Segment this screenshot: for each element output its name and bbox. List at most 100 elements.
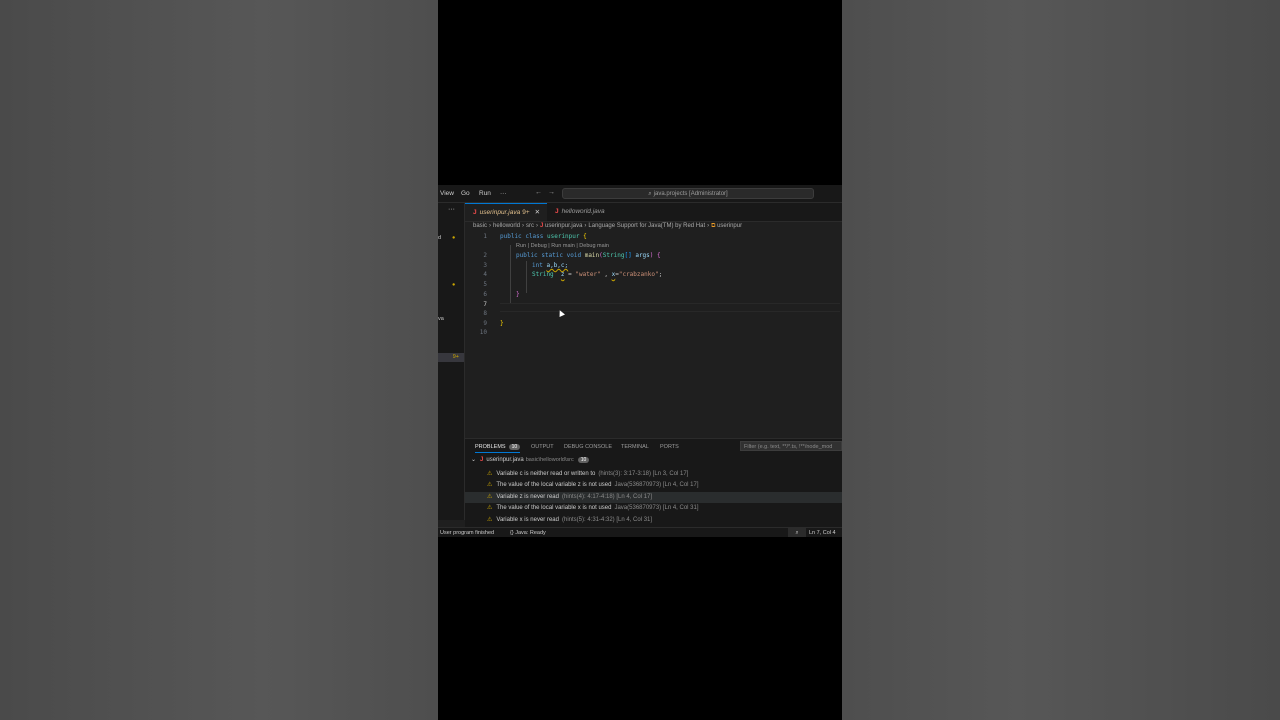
status-program-state[interactable]: User program finished: [440, 528, 494, 537]
zoom-icon[interactable]: ⌕: [788, 528, 806, 537]
token-keyword: class: [525, 233, 544, 240]
token-brace: {: [583, 233, 587, 240]
token-bracket: []: [624, 252, 632, 259]
problem-message: Variable z is never read: [496, 494, 559, 500]
tab-terminal[interactable]: TERMINAL: [621, 444, 649, 450]
breadcrumb-item[interactable]: userinpur.java: [545, 223, 582, 229]
problem-row[interactable]: ⚠ Variable c is neither read or written t…: [465, 469, 842, 480]
command-center-search[interactable]: ⌕ java.projects [Administrator]: [562, 188, 814, 199]
warning-icon: ⚠: [487, 471, 493, 477]
problem-source: (hints(5): 4:31-4:32) [Ln 4, Col 31]: [561, 517, 653, 523]
tab-label: userinpur.java: [479, 209, 521, 216]
warning-icon: ⚠: [487, 517, 493, 523]
problem-source: Java(536870973) [Ln 4, Col 17]: [614, 482, 699, 488]
java-file-icon: J: [555, 208, 559, 215]
breadcrumb-item[interactable]: userinpur: [717, 223, 742, 229]
line-number: 7: [483, 301, 487, 308]
video-frame: View Go Run ··· ← → ⌕ java.projects [Admi…: [438, 0, 842, 720]
code-line-9: }: [500, 320, 504, 327]
token-semicolon: ;: [658, 271, 663, 278]
problem-row[interactable]: ⚠ Variable x is never read (hints(5): 4:31…: [465, 515, 842, 526]
breadcrumb-item[interactable]: Language Support for Java(TM) by Red Hat: [588, 223, 705, 229]
tab-ports[interactable]: PORTS: [660, 444, 679, 450]
problem-row[interactable]: ⚠ The value of the local variable z is no…: [465, 480, 842, 491]
sidebar-selected-file-badge[interactable]: 9+: [438, 353, 464, 362]
indent-guide: [510, 245, 511, 303]
menu-go[interactable]: Go: [461, 190, 470, 197]
tab-problem-badge: 9+: [522, 209, 530, 216]
tab-userinpur[interactable]: Juserinpur.java 9+ ✕: [465, 203, 547, 221]
code-editor[interactable]: 1 2 3 4 5 6 7 8 9 10 public class userin…: [465, 233, 842, 438]
sidebar-item-fragment[interactable]: d: [438, 235, 441, 241]
token-brace: }: [500, 320, 504, 327]
line-number: 5: [483, 281, 487, 288]
problem-message: The value of the local variable x is not…: [496, 505, 612, 511]
token-type: String: [602, 252, 625, 259]
token-string: "water": [575, 271, 601, 278]
current-line-highlight: [500, 303, 840, 312]
line-number: 3: [483, 262, 487, 269]
status-bar: User program finished {} Java: Ready ⌕ L…: [438, 527, 842, 537]
problems-filter-input[interactable]: Filter (e.g. text, **/*.ts, !**/node_mod: [740, 441, 842, 451]
breadcrumb-item[interactable]: helloworld: [493, 223, 520, 229]
token-brace: {: [657, 252, 661, 259]
tab-debug-console[interactable]: DEBUG CONSOLE: [564, 444, 612, 450]
search-text: java.projects [Administrator]: [653, 191, 728, 197]
line-number: 2: [483, 252, 487, 259]
token-keyword: int: [532, 262, 543, 269]
group-file-path: basic\helloworld\src: [525, 457, 574, 463]
tab-output[interactable]: OUTPUT: [531, 444, 554, 450]
token-param: args: [635, 252, 650, 259]
chevron-right-icon: ›: [522, 223, 525, 229]
warning-icon: ⚠: [487, 482, 493, 488]
sidebar-more-icon[interactable]: ···: [448, 206, 455, 213]
group-file-name: userinpur.java: [486, 457, 524, 463]
codelens-run-debug[interactable]: Run | Debug | Run main | Debug main: [516, 243, 609, 249]
breadcrumb-item[interactable]: basic: [473, 223, 487, 229]
menu-view[interactable]: View: [440, 190, 454, 197]
problem-row[interactable]: ⚠ Variable z is never read (hints(4): 4:17…: [465, 492, 842, 503]
problem-message: Variable x is never read: [496, 517, 559, 523]
token-keyword: public: [500, 233, 522, 240]
code-line-1: public class userinpur {: [500, 233, 587, 240]
close-icon[interactable]: ✕: [535, 209, 540, 216]
problem-message: The value of the local variable z is not…: [496, 482, 612, 488]
problems-file-group[interactable]: ⌄ Juserinpur.java basic\helloworld\src 10: [471, 456, 590, 463]
code-line-4: String z = "water" , x="crabzanko";: [532, 271, 662, 278]
status-java[interactable]: {} Java: Ready: [510, 528, 546, 537]
menu-run[interactable]: Run: [479, 190, 491, 197]
search-icon: ⌕: [648, 191, 652, 197]
forward-arrow-icon[interactable]: →: [548, 189, 555, 196]
chevron-right-icon: ›: [536, 223, 539, 229]
problem-row[interactable]: ⚠ The value of the local variable x is no…: [465, 503, 842, 514]
token-paren: ): [649, 252, 654, 259]
tab-problems[interactable]: PROBLEMS 10: [475, 444, 521, 453]
breadcrumb-item[interactable]: src: [526, 223, 534, 229]
chevron-down-icon[interactable]: ⌄: [471, 457, 476, 463]
chevron-right-icon: ›: [489, 223, 492, 229]
sidebar-item-fragment[interactable]: va: [438, 316, 444, 322]
indent-guide: [526, 261, 527, 293]
token-operator: =: [568, 271, 572, 278]
tab-label: helloworld.java: [561, 208, 605, 215]
menu-more[interactable]: ···: [500, 190, 507, 197]
left-blur-background: [0, 0, 438, 720]
warning-icon: ⚠: [487, 505, 493, 511]
line-number: 1: [483, 233, 487, 240]
java-file-icon: J: [473, 209, 477, 216]
token-keyword: void: [566, 252, 582, 259]
tab-helloworld[interactable]: Jhelloworld.java: [547, 203, 627, 221]
back-arrow-icon[interactable]: ←: [535, 189, 542, 196]
chevron-right-icon: ›: [707, 223, 710, 229]
vscode-window: View Go Run ··· ← → ⌕ java.projects [Admi…: [438, 185, 842, 537]
status-cursor-position[interactable]: Ln 7, Col 4: [809, 528, 836, 537]
modified-dot-icon: ●: [452, 282, 456, 288]
line-number: 6: [483, 291, 487, 298]
line-number: 4: [483, 271, 487, 278]
line-number: 8: [483, 310, 487, 317]
breadcrumb: basic › helloworld › src › J userinpur.java › La…: [473, 223, 742, 232]
chevron-right-icon: ›: [584, 223, 587, 229]
token-variable: z: [560, 271, 565, 278]
token-method: main: [584, 252, 600, 259]
code-line-3: int a,b,c;: [532, 262, 568, 269]
